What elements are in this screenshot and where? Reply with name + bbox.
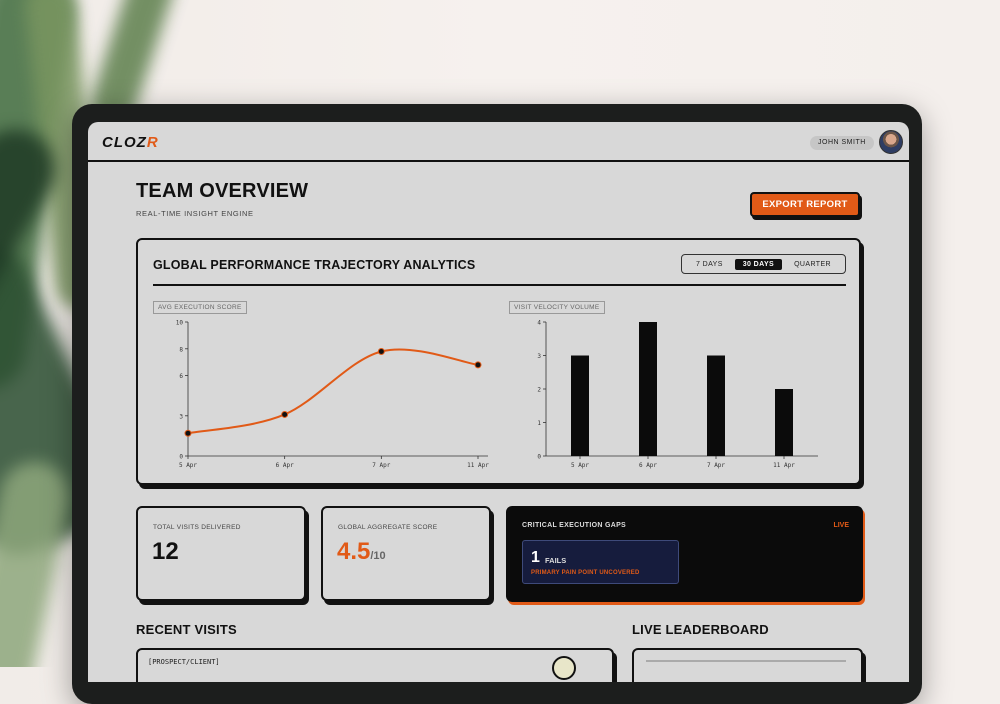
x-tick-label: 7 Apr [707, 462, 725, 469]
recent-visit-row[interactable]: [PROSPECT/CLIENT] [148, 658, 220, 666]
x-tick-label: 5 Apr [179, 462, 197, 469]
bar-chart-title: VISIT VELOCITY VOLUME [509, 301, 605, 314]
data-point [281, 410, 289, 418]
series-line [187, 348, 479, 435]
data-point [377, 347, 385, 355]
y-tick-label: 2 [537, 387, 541, 394]
x-tick-label: 6 Apr [639, 462, 657, 469]
bar-chart: 0 1 2 3 4 5 Apr 6 Apr 7 Apr 11 Apr [537, 320, 818, 469]
app-logo[interactable]: CLOZR [102, 134, 159, 151]
total-visits-card: TOTAL VISITS DELIVERED 12 [136, 506, 306, 601]
y-tick-label: 8 [179, 346, 183, 353]
export-report-button[interactable]: EXPORT REPORT [750, 192, 860, 217]
x-tick-label: 5 Apr [571, 462, 589, 469]
y-tick-label: 3 [179, 413, 183, 420]
fails-alert[interactable]: 1 FAILS PRIMARY PAIN POINT UNCOVERED [522, 540, 679, 584]
leaderboard-row [646, 660, 846, 662]
aggregate-score-card: GLOBAL AGGREGATE SCORE 4.5/10 [321, 506, 491, 601]
x-tick-label: 11 Apr [467, 462, 489, 469]
live-badge: LIVE [833, 522, 849, 529]
y-tick-label: 1 [537, 420, 541, 427]
y-tick-label: 10 [176, 320, 184, 327]
leaderboard-card [632, 648, 863, 682]
y-tick-label: 3 [537, 353, 541, 360]
fail-label: FAILS [545, 556, 567, 565]
y-tick-label: 6 [179, 373, 183, 380]
total-visits-value: 12 [152, 538, 179, 565]
top-bar: CLOZR JOHN SMITH [88, 122, 909, 162]
divider [153, 284, 846, 286]
range-quarter[interactable]: QUARTER [786, 259, 839, 270]
bar [571, 355, 589, 456]
bar [639, 322, 657, 456]
line-chart-title: AVG EXECUTION SCORE [153, 301, 247, 314]
analytics-title: GLOBAL PERFORMANCE TRAJECTORY ANALYTICS [153, 258, 476, 272]
y-tick-label: 0 [179, 454, 183, 461]
app-screen: CLOZR JOHN SMITH TEAM OVERVIEW REAL-TIME… [88, 122, 909, 682]
data-point [184, 429, 192, 437]
line-chart: 0 3 6 8 10 5 Apr 6 Apr 7 Apr 11 Apr [176, 320, 489, 470]
recent-visits-card: [PROSPECT/CLIENT] [136, 648, 614, 682]
range-selector: 7 DAYS 30 DAYS QUARTER [681, 254, 846, 274]
user-name-chip[interactable]: JOHN SMITH [810, 136, 874, 150]
gaps-title: CRITICAL EXECUTION GAPS [522, 522, 627, 529]
aggregate-score-value: 4.5/10 [337, 538, 386, 565]
status-dot [552, 656, 576, 680]
bar [707, 355, 725, 456]
score-suffix: /10 [370, 550, 386, 562]
page-title: TEAM OVERVIEW [136, 180, 309, 202]
fail-count: 1 [531, 549, 540, 566]
analytics-card: GLOBAL PERFORMANCE TRAJECTORY ANALYTICS … [136, 238, 861, 485]
x-tick-label: 6 Apr [276, 462, 294, 469]
range-7-days[interactable]: 7 DAYS [688, 259, 731, 270]
fail-detail: PRIMARY PAIN POINT UNCOVERED [531, 570, 640, 576]
x-tick-label: 7 Apr [372, 462, 390, 469]
aggregate-score-label: GLOBAL AGGREGATE SCORE [338, 524, 438, 531]
avatar[interactable] [879, 130, 903, 154]
y-tick-label: 4 [537, 320, 541, 327]
range-30-days[interactable]: 30 DAYS [734, 258, 783, 270]
page-subtitle: REAL-TIME INSIGHT ENGINE [136, 209, 254, 218]
leaderboard-title: LIVE LEADERBOARD [632, 622, 769, 637]
recent-visits-title: RECENT VISITS [136, 622, 237, 637]
data-point [474, 361, 482, 369]
y-tick-label: 0 [537, 454, 541, 461]
x-tick-label: 11 Apr [773, 462, 795, 469]
total-visits-label: TOTAL VISITS DELIVERED [153, 524, 241, 531]
bar [775, 389, 793, 456]
execution-gaps-card: CRITICAL EXECUTION GAPS LIVE 1 FAILS PRI… [506, 506, 863, 602]
